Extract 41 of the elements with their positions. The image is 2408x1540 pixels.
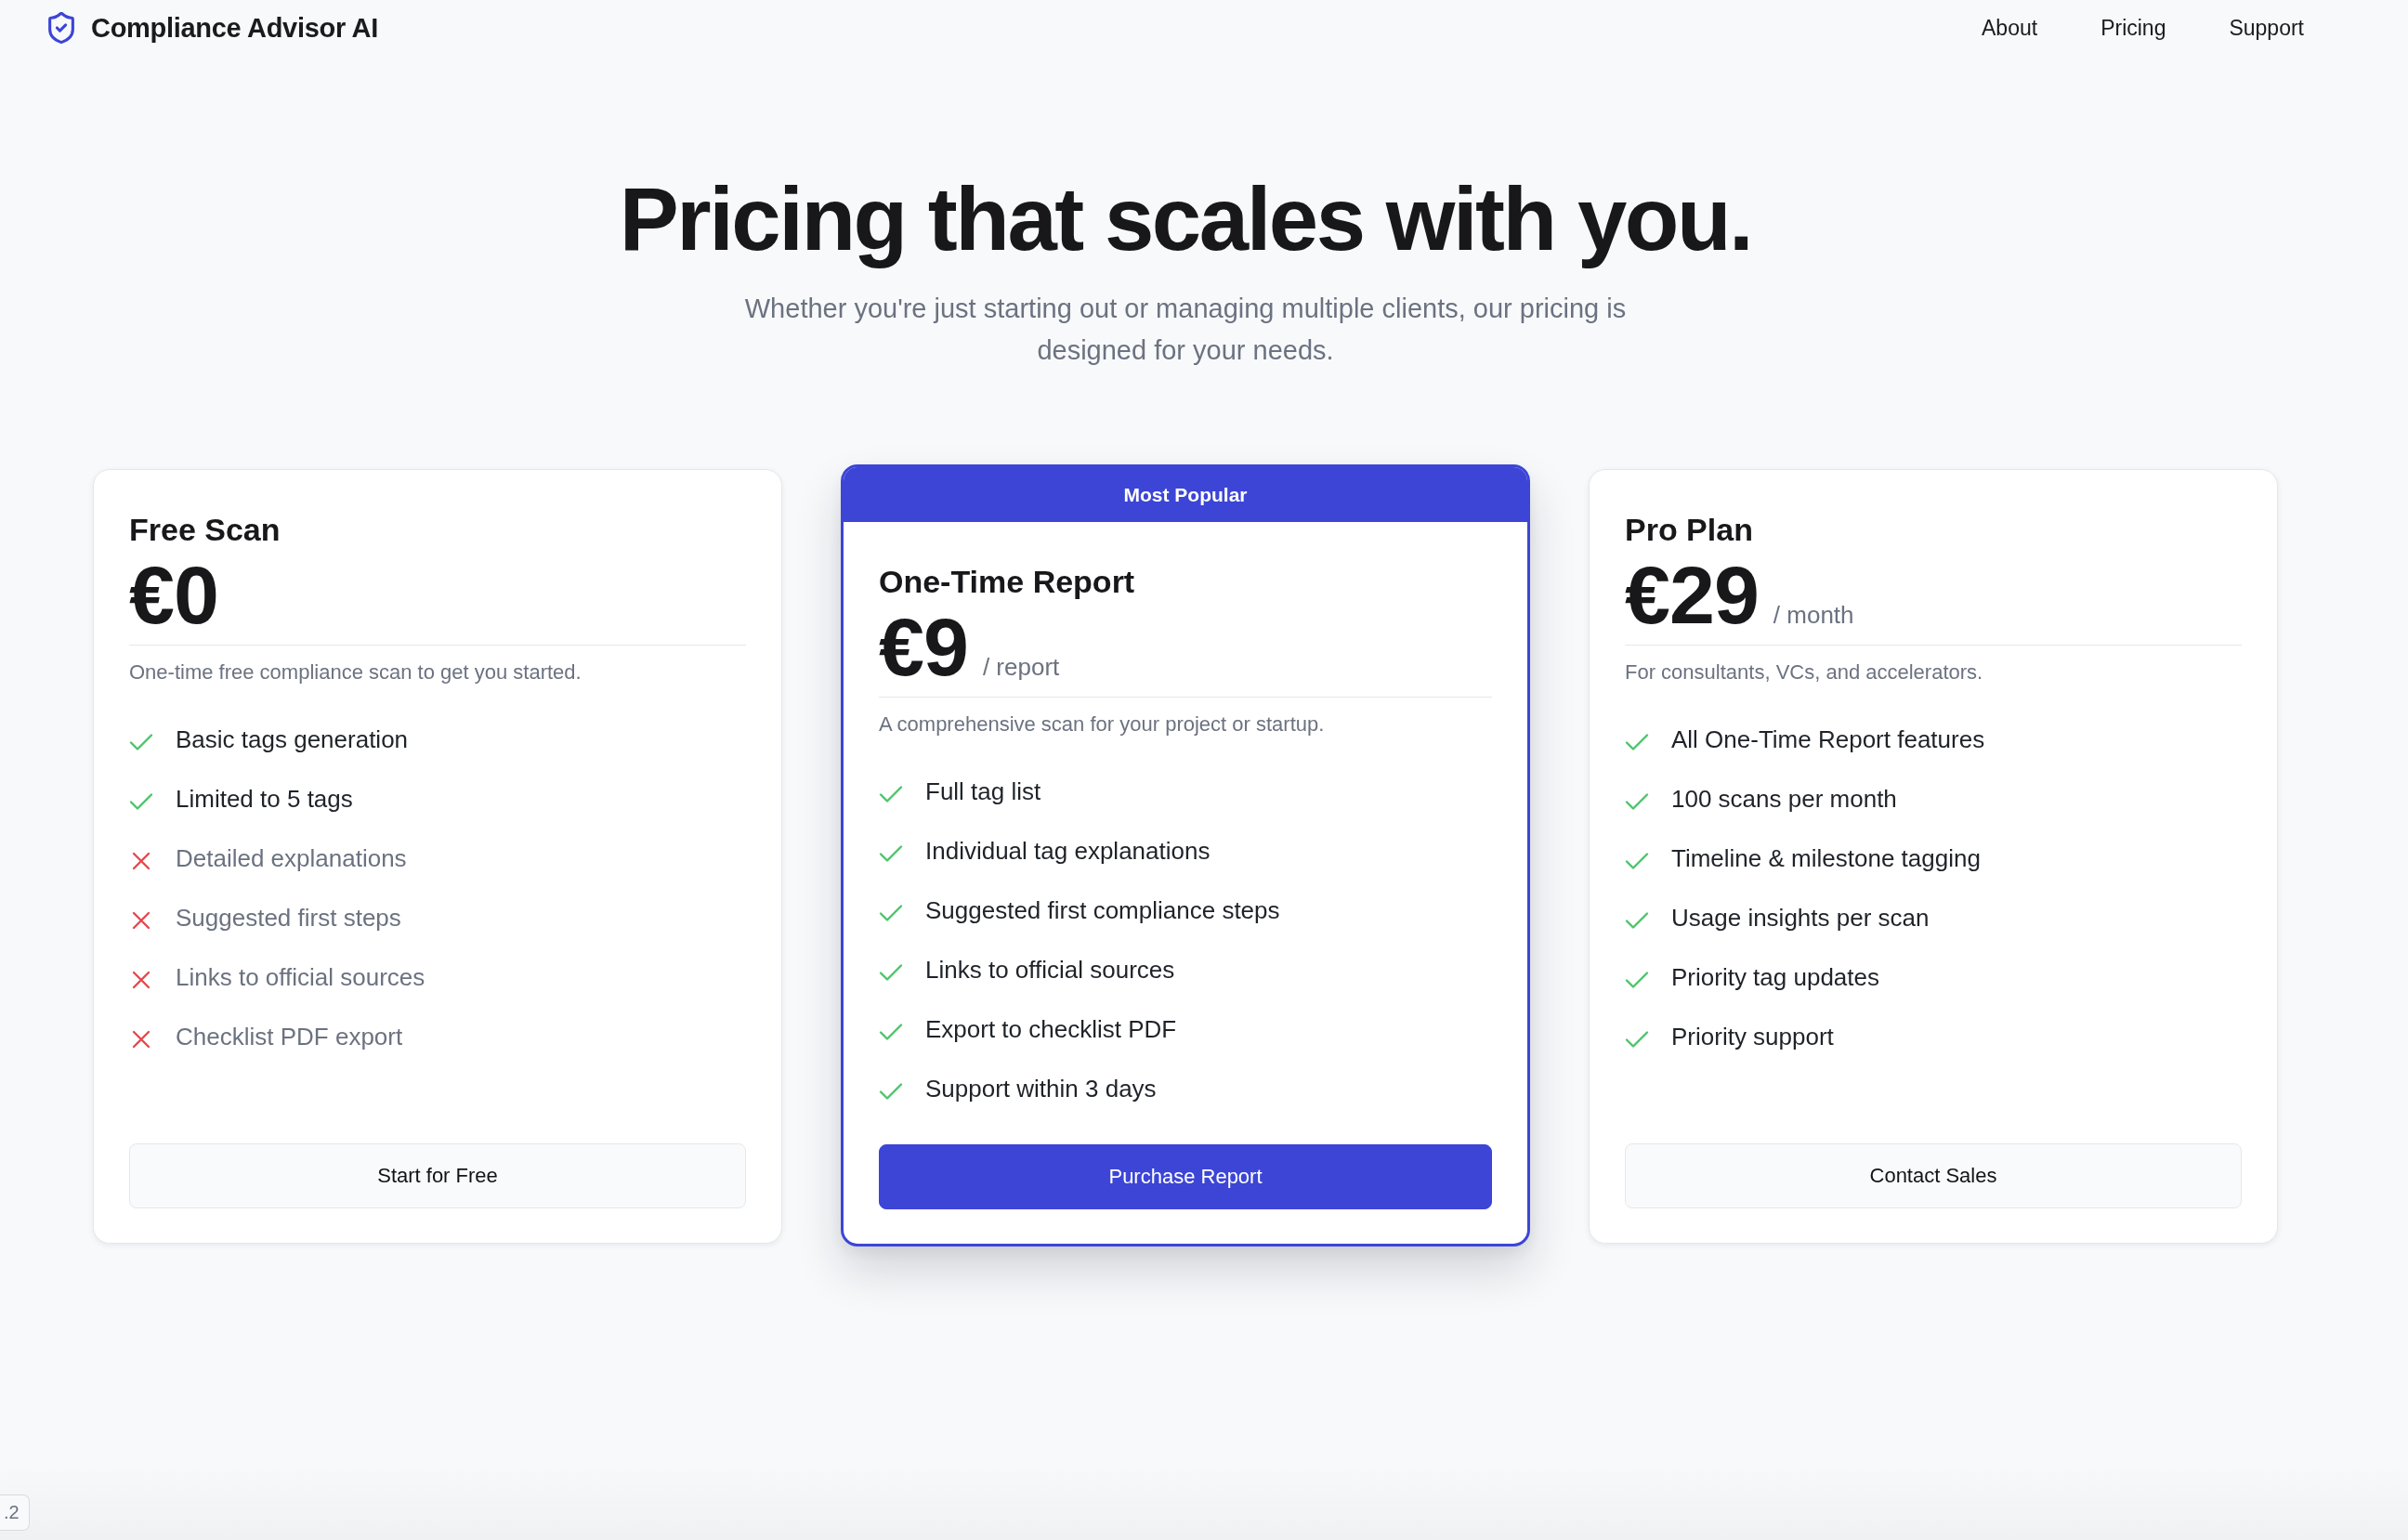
nav-link[interactable]: Pricing	[2100, 15, 2166, 41]
plan-description: A comprehensive scan for your project or startup.	[879, 711, 1326, 737]
feature-text: Export to checklist PDF	[925, 1014, 1177, 1045]
nav-link[interactable]: Support	[2229, 15, 2304, 41]
plan-name: Pro Plan	[1625, 511, 1754, 549]
feature-text: Priority tag updates	[1671, 962, 1879, 993]
plan-cta-button[interactable]: Start for Free	[129, 1143, 746, 1208]
plan-name: One-Time Report	[879, 563, 1136, 601]
app-title: Compliance Advisor AI	[91, 12, 378, 44]
nav-link[interactable]: About	[1982, 15, 2038, 41]
feature-text: Suggested first steps	[176, 903, 401, 933]
feature-text: Links to official sources	[925, 955, 1175, 985]
plan-price: €29	[1625, 558, 1759, 633]
feature-text: 100 scans per month	[1671, 784, 1897, 815]
feature-text: Links to official sources	[176, 962, 425, 993]
plan-description: For consultants, VCs, and accelerators.	[1625, 659, 1984, 685]
feature-text: Priority support	[1671, 1022, 1834, 1052]
feature-text: Suggested first compliance steps	[925, 895, 1280, 926]
plan-cta-button[interactable]: Purchase Report	[879, 1144, 1492, 1209]
page-title: Pricing that scales with you.	[619, 168, 1752, 270]
plan-description: One-time free compliance scan to get you started.	[129, 659, 582, 685]
feature-text: Full tag list	[925, 777, 1041, 807]
feature-text: Usage insights per scan	[1671, 903, 1930, 933]
price-period: / month	[1773, 601, 1854, 630]
version-badge: .2	[0, 1494, 30, 1531]
feature-text: Basic tags generation	[176, 724, 409, 755]
price-period: / report	[982, 653, 1060, 682]
shield-check-icon	[48, 12, 74, 44]
plan-price: €0	[129, 558, 218, 633]
plan-cta-button[interactable]: Contact Sales	[1625, 1143, 2242, 1208]
feature-text: Individual tag explanations	[925, 836, 1211, 867]
popular-badge: Most Popular	[844, 467, 1527, 522]
page-subtitle: Whether you're just starting out or managing multiple clients, our pricing is designed for your needs.	[743, 293, 1628, 367]
feature-text: Detailed explanations	[176, 843, 407, 874]
plan-price: €9	[879, 610, 968, 685]
plan-name: Free Scan	[129, 511, 281, 549]
feature-text: All One-Time Report features	[1671, 724, 1985, 755]
feature-text: Limited to 5 tags	[176, 784, 353, 815]
feature-text: Checklist PDF export	[176, 1022, 403, 1052]
feature-text: Support within 3 days	[925, 1074, 1157, 1104]
feature-text: Timeline & milestone tagging	[1671, 843, 1981, 874]
